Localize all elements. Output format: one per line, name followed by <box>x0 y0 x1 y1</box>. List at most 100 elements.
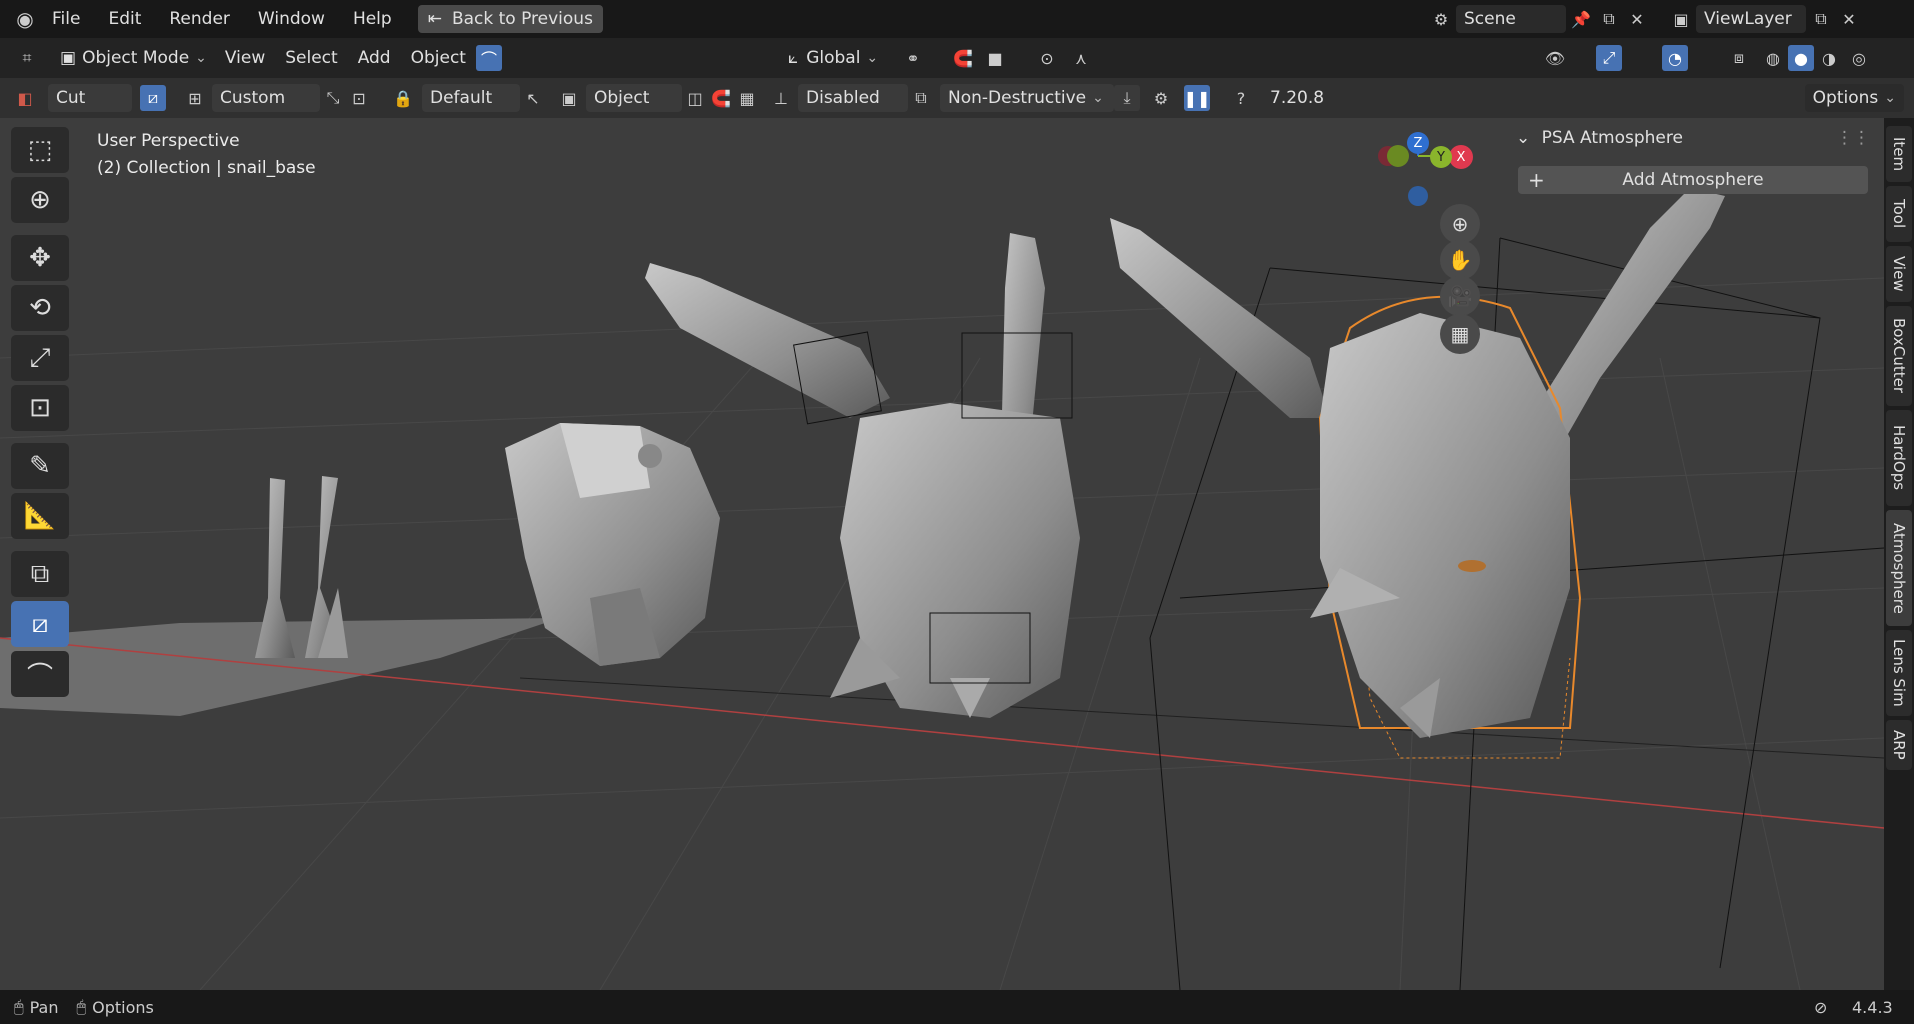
pin-icon[interactable]: 📌 <box>1568 6 1594 32</box>
grid-icon[interactable]: ▦ <box>734 85 760 111</box>
mode-field[interactable]: Non-Destructive <box>940 84 1114 112</box>
scale-tool[interactable]: ⤢ <box>11 335 69 381</box>
rendered-shading-icon[interactable]: ◎ <box>1846 45 1872 71</box>
scene-icon[interactable]: ⚙ <box>1428 6 1454 32</box>
proportional-edit-icon[interactable]: ⊙ <box>1034 45 1060 71</box>
tab-arp[interactable]: ARP <box>1886 720 1912 770</box>
overlay-toggle-icon[interactable]: ◔ <box>1662 45 1688 71</box>
annotate-tool[interactable]: ✎ <box>11 443 69 489</box>
object-mode-dropdown[interactable]: ▣ Object Mode <box>52 44 215 72</box>
settings-gear-icon[interactable]: ⚙ <box>1148 85 1174 111</box>
new-view-layer-icon[interactable]: ⧉ <box>1808 6 1834 32</box>
ruler-icon: 📐 <box>23 501 57 531</box>
mirror-field[interactable]: Disabled <box>798 84 908 112</box>
boxcutter-tool[interactable]: ⧄ <box>11 601 69 647</box>
blender-logo-icon[interactable]: ◉ <box>12 6 38 32</box>
gizmo-y-neg-circle[interactable] <box>1387 145 1409 167</box>
wireframe-shading-icon[interactable]: ◍ <box>1760 45 1786 71</box>
gizmo-z-circle[interactable]: Z <box>1407 132 1429 154</box>
menu-render[interactable]: Render <box>155 9 244 29</box>
zoom-view-button[interactable]: ⊕ <box>1440 204 1480 244</box>
tab-hardops[interactable]: HardOps <box>1886 410 1912 506</box>
menu-edit[interactable]: Edit <box>94 9 155 29</box>
mirror-icon[interactable]: ⊥ <box>768 85 794 111</box>
tab-atmosphere[interactable]: Atmosphere <box>1886 510 1912 626</box>
menu-help[interactable]: Help <box>339 9 406 29</box>
add-atmosphere-button[interactable]: + Add Atmosphere <box>1518 166 1868 194</box>
collapse-chevron-icon: ⌄ <box>1516 128 1531 148</box>
3d-viewport[interactable]: Z X Y ⊕ ✋ 🎥 ▦ <box>0 118 1884 990</box>
target-icon[interactable]: ▣ <box>556 85 582 111</box>
menu-view[interactable]: View <box>215 48 275 68</box>
tab-tool[interactable]: Tool <box>1886 186 1912 242</box>
scale-icon: ⤢ <box>29 342 51 373</box>
camera-view-button[interactable]: 🎥 <box>1440 276 1480 316</box>
menu-select[interactable]: Select <box>275 48 347 68</box>
shape-icon[interactable]: ⊞ <box>182 85 208 111</box>
cursor-arrow-icon[interactable]: ↖ <box>520 85 546 111</box>
xray-icon[interactable]: ⧈ <box>1726 45 1752 71</box>
scene-name-field[interactable]: Scene <box>1456 5 1566 33</box>
tab-view[interactable]: View <box>1886 246 1912 302</box>
target-field[interactable]: Object <box>586 84 682 112</box>
view-layer-icon[interactable]: ▣ <box>1668 6 1694 32</box>
tab-hardops-label: HardOps <box>1890 425 1908 491</box>
hardops-icon[interactable]: ⌒ <box>475 45 502 71</box>
transform-orientation-dropdown[interactable]: ⟀ Global <box>780 44 886 72</box>
cut-tool-icon[interactable]: ◧ <box>12 85 38 111</box>
lock-icon[interactable]: 🔒 <box>390 85 416 111</box>
material-shading-icon[interactable]: ◑ <box>1816 45 1842 71</box>
apply-icon[interactable]: ⤓ <box>1114 85 1140 111</box>
pause-icon[interactable]: ❚❚ <box>1184 85 1210 111</box>
solid-shading-icon[interactable]: ● <box>1788 45 1814 71</box>
view-layer-field[interactable]: ViewLayer <box>1696 5 1806 33</box>
grid-perspective-icon: ▦ <box>1450 322 1470 346</box>
array-icon[interactable]: ⧉ <box>908 85 934 111</box>
snap-icon[interactable]: 🧲 <box>950 45 976 71</box>
network-disabled-icon: ⊘ <box>1814 997 1828 1017</box>
options-dropdown[interactable]: Options <box>1804 84 1904 112</box>
shape-field[interactable]: Custom <box>212 84 320 112</box>
menu-object[interactable]: Object <box>401 48 476 68</box>
snap-target-icon[interactable]: ■ <box>982 45 1008 71</box>
editor-type-icon[interactable]: ⌗ <box>14 45 40 71</box>
help-icon[interactable]: ? <box>1228 85 1254 111</box>
knife-icon[interactable]: ⧄ <box>140 85 166 111</box>
gizmo-x-circle[interactable]: X <box>1449 145 1473 169</box>
new-scene-icon[interactable]: ⧉ <box>1596 6 1622 32</box>
draw-icon[interactable]: ⤡ <box>320 85 346 111</box>
cut-mode-field[interactable]: Cut <box>48 84 132 112</box>
gizmo-y-circle[interactable]: Y <box>1430 146 1452 168</box>
blender-window: ◉ File Edit Render Window Help ⇤ Back to… <box>0 0 1914 1024</box>
back-label: Back to Previous <box>451 9 593 29</box>
visibility-icon[interactable]: 👁 <box>1542 45 1568 71</box>
pivot-icon[interactable]: ⚭ <box>900 45 926 71</box>
display-icon[interactable]: ◫ <box>682 85 708 111</box>
hardops-tool[interactable]: ⌒ <box>11 651 69 697</box>
measure-tool[interactable]: 📐 <box>11 493 69 539</box>
ortho-toggle-button[interactable]: ▦ <box>1440 314 1480 354</box>
drag-handle-icon[interactable]: ⋮⋮ <box>1836 128 1870 148</box>
move-tool[interactable]: ✥ <box>11 235 69 281</box>
tab-item[interactable]: Item <box>1886 126 1912 182</box>
psa-atmosphere-header[interactable]: ⌄ PSA Atmosphere <box>1516 128 1683 148</box>
origin-icon[interactable]: ⊡ <box>346 85 372 111</box>
snap-tool-icon[interactable]: 🧲 <box>708 85 734 111</box>
rotate-tool[interactable]: ⟲ <box>11 285 69 331</box>
transform-tool[interactable]: ⊡ <box>11 385 69 431</box>
falloff-icon[interactable]: ⋏ <box>1068 45 1094 71</box>
cursor-tool[interactable]: ⊕ <box>11 177 69 223</box>
menu-window[interactable]: Window <box>244 9 339 29</box>
delete-view-layer-icon[interactable]: ✕ <box>1836 6 1862 32</box>
menu-add[interactable]: Add <box>348 48 401 68</box>
align-field[interactable]: Default <box>422 84 520 112</box>
add-cube-tool[interactable]: ⧉ <box>11 551 69 597</box>
delete-scene-icon[interactable]: ✕ <box>1624 6 1650 32</box>
tab-lens-sim[interactable]: Lens Sim <box>1886 630 1912 716</box>
pan-view-button[interactable]: ✋ <box>1440 240 1480 280</box>
tab-boxcutter[interactable]: BoxCutter <box>1886 306 1912 406</box>
select-box-tool[interactable]: ⬚ <box>11 127 69 173</box>
gizmo-toggle-icon[interactable]: ⤢ <box>1596 45 1622 71</box>
menu-file[interactable]: File <box>38 9 94 29</box>
back-to-previous-button[interactable]: ⇤ Back to Previous <box>417 5 603 33</box>
